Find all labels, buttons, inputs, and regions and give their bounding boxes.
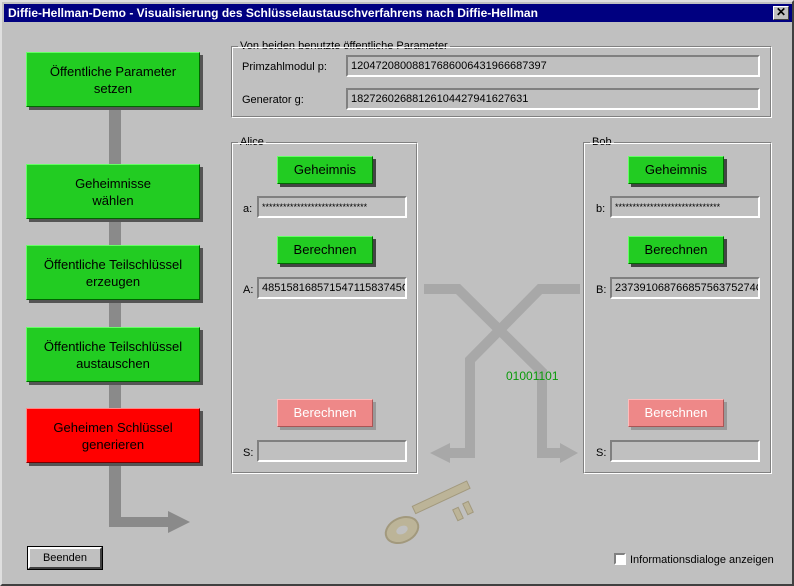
alice-S-field[interactable]: [257, 440, 407, 462]
key-icon: [384, 480, 474, 545]
arrow-to-bob-icon: [560, 443, 578, 463]
alice-a-field[interactable]: ******************************: [257, 196, 407, 218]
alice-a-label: a:: [243, 203, 253, 215]
bob-b-field[interactable]: ******************************: [610, 196, 760, 218]
info-dialogs-label: Informationsdialoge anzeigen: [630, 554, 774, 566]
step-generate-shared-key[interactable]: Geheimen Schlüssel generieren: [26, 408, 200, 463]
bob-S-label: S:: [596, 447, 607, 459]
step-generate-public-keys[interactable]: Öffentliche Teilschlüssel erzeugen: [26, 245, 200, 300]
bob-S-field[interactable]: [610, 440, 760, 462]
quit-button[interactable]: Beenden: [27, 546, 103, 570]
prime-modulus-label: Primzahlmodul p:: [242, 61, 327, 73]
bob-final-compute-button[interactable]: Berechnen: [628, 399, 724, 427]
bob-compute-button[interactable]: Berechnen: [628, 236, 724, 264]
alice-A-label: A:: [243, 284, 254, 296]
pipeline-exit: [109, 517, 169, 527]
bob-secret-button[interactable]: Geheimnis: [628, 156, 724, 184]
step-set-parameters[interactable]: Öffentliche Parameter setzen: [26, 52, 200, 107]
generator-label: Generator g:: [242, 94, 304, 106]
bob-title: Bob: [590, 136, 614, 148]
alice-secret-button[interactable]: Geheimnis: [277, 156, 373, 184]
alice-A-field[interactable]: 48515816857154711583745O: [257, 277, 407, 299]
step-exchange-public-keys[interactable]: Öffentliche Teilschlüssel austauschen: [26, 327, 200, 382]
alice-compute-button[interactable]: Berechnen: [277, 236, 373, 264]
arrow-to-alice-icon: [430, 443, 450, 463]
alice-S-label: S:: [243, 447, 254, 459]
pipeline-arrow-icon: [168, 511, 190, 533]
step-choose-secrets[interactable]: Geheimnisse wählen: [26, 164, 200, 219]
prime-modulus-field[interactable]: 12047208008817686006431966687397: [346, 55, 760, 77]
params-title: Von beiden benutzte öffentliche Paramete…: [238, 40, 450, 52]
info-dialogs-checkbox[interactable]: [614, 553, 626, 565]
exchange-bits-text: 01001101: [506, 369, 559, 383]
alice-final-compute-button[interactable]: Berechnen: [277, 399, 373, 427]
bob-B-field[interactable]: 23739106876685756375274O: [610, 277, 760, 299]
bob-b-label: b:: [596, 203, 606, 215]
generator-field[interactable]: 18272602688126104427941627631: [346, 88, 760, 110]
bob-B-label: B:: [596, 284, 607, 296]
alice-title: Alice: [238, 136, 266, 148]
